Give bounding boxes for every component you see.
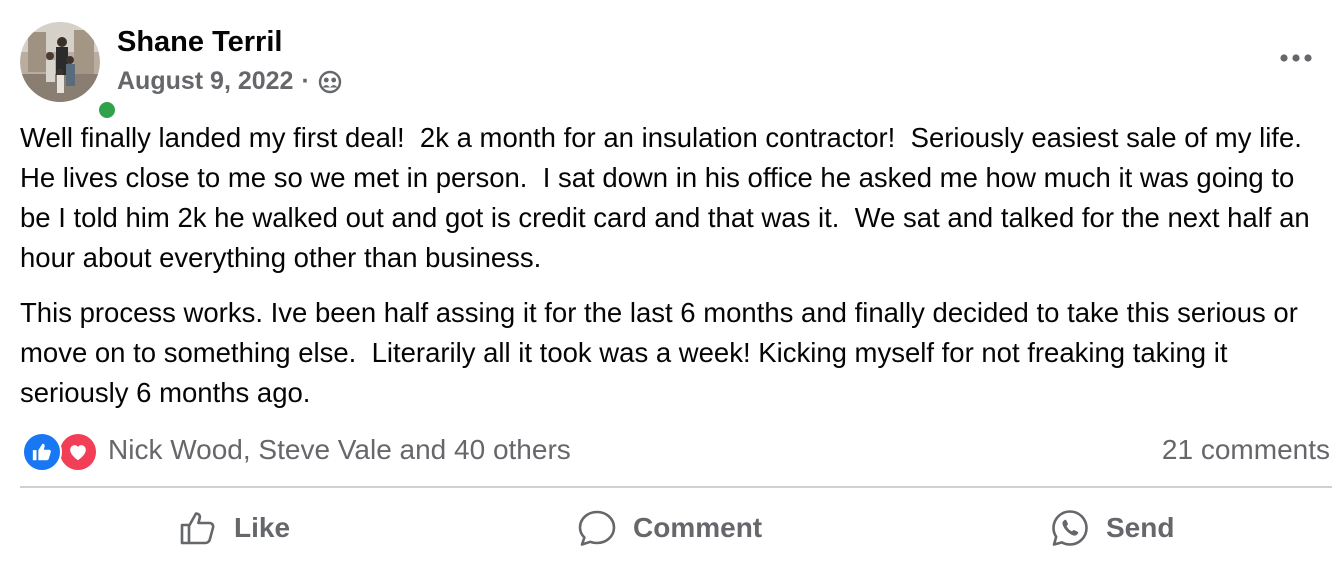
reactions-summary[interactable]: Nick Wood, Steve Vale and 40 others: [22, 430, 571, 472]
reaction-names[interactable]: Nick Wood, Steve Vale and 40 others: [108, 434, 571, 466]
post-card: Shane Terril August 9, 2022 · Well final…: [0, 0, 1341, 564]
post-body: Well finally landed my first deal! 2k a …: [20, 118, 1325, 428]
like-label: Like: [234, 512, 291, 543]
comments-count[interactable]: 21 comments: [1162, 434, 1330, 466]
comment-button[interactable]: Comment: [577, 502, 762, 554]
reaction-icons: [22, 430, 98, 472]
meta-separator: ·: [301, 67, 310, 95]
love-reaction-icon: [58, 432, 98, 472]
author-name[interactable]: Shane Terril: [117, 26, 282, 59]
post-paragraph: This process works. Ive been half assing…: [20, 297, 1306, 408]
post-meta: August 9, 2022 ·: [117, 67, 342, 96]
like-reaction-icon: [22, 432, 62, 472]
like-button[interactable]: Like: [178, 502, 290, 554]
profile-photo: [20, 22, 100, 102]
friends-icon[interactable]: [318, 70, 342, 94]
send-button[interactable]: Send: [1050, 502, 1174, 554]
post-date[interactable]: August 9, 2022: [117, 67, 293, 96]
whatsapp-icon: [1052, 510, 1088, 546]
post-paragraph: Well finally landed my first deal! 2k a …: [20, 122, 1318, 273]
avatar[interactable]: [20, 22, 118, 121]
divider: [20, 486, 1332, 488]
more-dots-icon: [1280, 54, 1312, 62]
comment-bubble-icon: [578, 510, 616, 546]
comment-label: Comment: [633, 512, 763, 543]
send-label: Send: [1106, 512, 1175, 543]
more-options-button[interactable]: [1278, 44, 1314, 72]
thumbs-up-icon: [180, 512, 215, 545]
